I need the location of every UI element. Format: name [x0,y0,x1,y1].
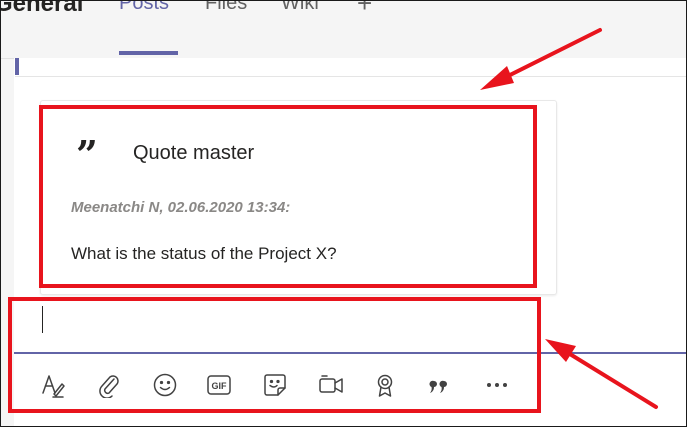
previous-message-accent [15,58,19,75]
meet-now-icon[interactable] [314,369,348,401]
attach-icon[interactable] [92,369,126,401]
previous-message [15,58,687,77]
more-options-icon[interactable] [480,369,514,401]
quote-master-icon[interactable] [424,369,458,401]
format-icon[interactable] [36,369,70,401]
emoji-icon[interactable] [148,369,182,401]
compose-input[interactable] [20,300,529,350]
tab-wiki[interactable]: Wiki [281,0,319,15]
quote-card [40,100,557,295]
channel-header [0,0,687,59]
tab-files[interactable]: Files [205,0,247,15]
gif-label: GIF [212,381,228,391]
tab-posts[interactable]: Posts [119,0,169,15]
quote-message-text: What is the status of the Project X? [71,244,337,263]
quote-mark-icon: ” [76,132,98,177]
quote-card-title: Quote master [133,142,255,164]
gif-icon[interactable]: GIF [202,369,236,401]
text-caret [42,306,43,333]
quote-author-timestamp: Meenatchi N, 02.06.2020 13:34: [71,199,291,216]
praise-icon[interactable] [368,369,402,401]
add-tab-button[interactable]: + [357,0,372,19]
channel-title: General [0,0,84,17]
sticker-icon[interactable] [258,369,292,401]
tab-posts-active-indicator [119,51,178,55]
